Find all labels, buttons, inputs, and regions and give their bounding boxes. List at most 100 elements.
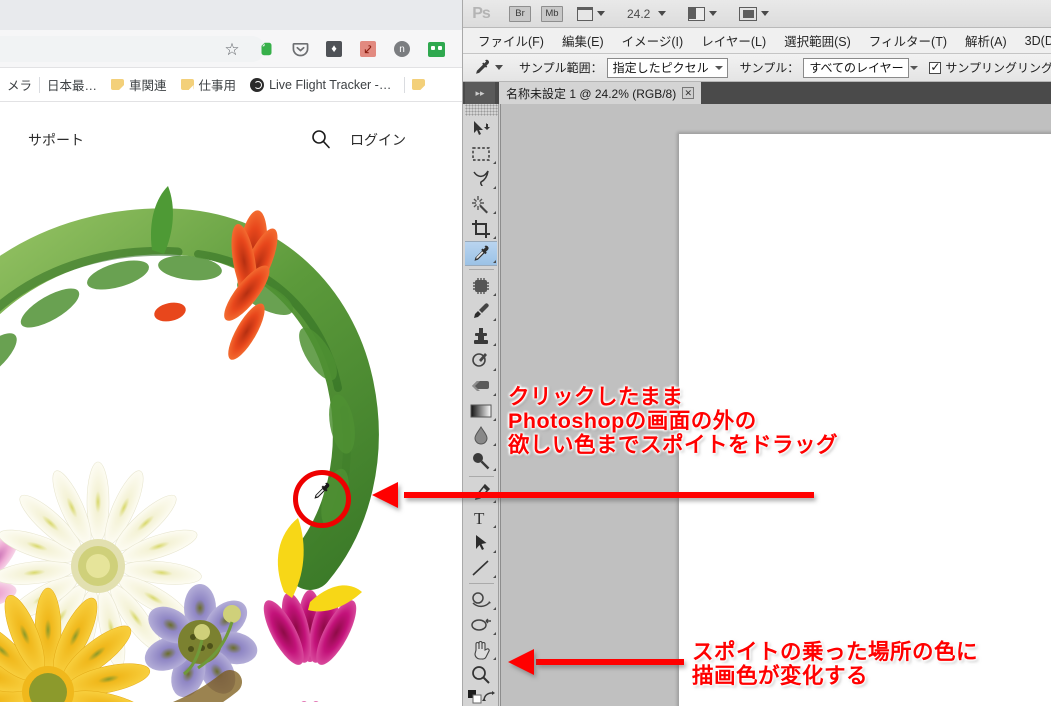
screenshot-root: ☆ ♦ ⤦ n メラ 日本最… 車関連 仕事用 Live Flight Trac… bbox=[0, 0, 1051, 706]
user-profile-icon[interactable]: n bbox=[392, 39, 412, 59]
tools-panel: T bbox=[465, 104, 499, 706]
sample-select[interactable]: すべてのレイヤー bbox=[803, 57, 918, 78]
menu-file[interactable]: ファイル(F) bbox=[469, 28, 553, 53]
photoshop-application-bar: Ps Br Mb 24.2 bbox=[463, 0, 1051, 28]
blur-tool[interactable] bbox=[465, 423, 497, 448]
show-sampling-ring-checkbox[interactable]: サンプリングリングを表示 bbox=[929, 59, 1051, 76]
magic-wand-tool[interactable] bbox=[465, 191, 497, 216]
folder-icon bbox=[111, 79, 125, 90]
bookmark-label: 車関連 bbox=[129, 79, 167, 93]
adobe-acrobat-extension-icon[interactable]: ⤦ bbox=[358, 39, 378, 59]
tab-bar-grip[interactable]: ▸▸ bbox=[465, 82, 495, 104]
pocket-extension-icon[interactable] bbox=[290, 39, 310, 59]
3d-object-rotate-tool[interactable] bbox=[465, 587, 497, 612]
webpage-nav: サポート ログイン bbox=[0, 124, 470, 164]
3d-camera-rotate-tool[interactable] bbox=[465, 612, 497, 637]
document-tab[interactable]: 名称未設定 1 @ 24.2% (RGB/8) ✕ bbox=[499, 82, 702, 104]
bookmark-item[interactable]: メラ bbox=[0, 68, 39, 102]
annotation-arrow-2-line bbox=[536, 659, 684, 665]
evernote-extension-icon[interactable] bbox=[256, 39, 276, 59]
tools-divider-3 bbox=[469, 583, 494, 584]
browser-titlebar bbox=[0, 0, 470, 30]
annotation-arrow-2-head bbox=[508, 649, 534, 675]
show-sampling-ring-label: サンプリングリングを表示 bbox=[945, 61, 1051, 75]
type-tool[interactable]: T bbox=[465, 505, 497, 530]
sample-label: サンプル： bbox=[739, 61, 800, 75]
bookmark-item[interactable]: Live Flight Tracker -… bbox=[243, 68, 398, 102]
zoom-chevron-down-icon[interactable] bbox=[658, 11, 667, 16]
document-tab-bar: ▸▸ 名称未設定 1 @ 24.2% (RGB/8) ✕ bbox=[463, 82, 1051, 104]
browser-window: ☆ ♦ ⤦ n メラ 日本最… 車関連 仕事用 Live Flight Trac… bbox=[0, 0, 470, 706]
menu-image[interactable]: イメージ(I) bbox=[613, 28, 693, 53]
zoom-tool[interactable] bbox=[465, 662, 497, 687]
bookmark-item[interactable]: 日本最… bbox=[40, 68, 104, 102]
tools-panel-grip[interactable] bbox=[465, 104, 498, 116]
brush-tool[interactable] bbox=[465, 298, 497, 323]
zoom-level-value: 24.2 bbox=[627, 6, 651, 21]
bookmark-label: メラ bbox=[7, 79, 33, 93]
menu-select[interactable]: 選択範囲(S) bbox=[775, 28, 860, 53]
photoshop-window: Ps Br Mb 24.2 ファイル(F) 編集(E) イメージ(I) レイヤー… bbox=[462, 0, 1051, 706]
screen-mode-icon[interactable] bbox=[739, 6, 770, 21]
history-brush-tool[interactable] bbox=[465, 348, 497, 373]
eyedropper-icon[interactable] bbox=[472, 57, 491, 79]
globe-icon bbox=[250, 77, 265, 92]
path-selection-tool[interactable] bbox=[465, 530, 497, 555]
chevron-down-icon[interactable] bbox=[597, 11, 605, 16]
annotation-arrow-1-head bbox=[372, 482, 398, 508]
google-keep-extension-icon[interactable]: ♦ bbox=[324, 39, 344, 59]
bookmark-item[interactable]: 車関連 bbox=[104, 68, 174, 102]
menu-filter[interactable]: フィルター(T) bbox=[860, 28, 956, 53]
bookmarks-bar: メラ 日本最… 車関連 仕事用 Live Flight Tracker -… bbox=[0, 68, 470, 102]
line-shape-tool[interactable] bbox=[465, 555, 497, 580]
document-canvas[interactable] bbox=[679, 134, 1051, 706]
sample-value: すべてのレイヤー bbox=[809, 61, 904, 75]
menu-layer[interactable]: レイヤー(L) bbox=[692, 28, 775, 53]
bookmark-star-icon[interactable]: ☆ bbox=[222, 39, 242, 59]
sample-size-value: 指定したピクセル bbox=[612, 61, 709, 75]
arrange-documents-icon[interactable] bbox=[688, 6, 718, 21]
robot-extension-icon[interactable] bbox=[426, 39, 446, 59]
launch-bridge-button[interactable]: Br bbox=[509, 5, 531, 22]
search-icon[interactable] bbox=[310, 128, 332, 150]
menu-analysis[interactable]: 解析(A) bbox=[956, 28, 1016, 53]
eyedropper-tool[interactable] bbox=[465, 241, 497, 266]
launch-mini-bridge-button[interactable]: Mb bbox=[541, 5, 563, 22]
crop-tool[interactable] bbox=[465, 216, 497, 241]
checkbox-icon[interactable] bbox=[929, 60, 942, 74]
floral-wreath-artwork bbox=[0, 186, 379, 702]
gradient-tool[interactable] bbox=[465, 398, 497, 423]
browser-extension-icons: ☆ ♦ ⤦ n bbox=[222, 30, 446, 68]
rectangular-marquee-tool[interactable] bbox=[465, 141, 497, 166]
photoshop-options-bar: サンプル範囲： 指定したピクセル サンプル： すべてのレイヤー サンプリングリン… bbox=[463, 54, 1051, 82]
chevron-down-icon[interactable] bbox=[714, 65, 723, 70]
chevron-down-icon[interactable] bbox=[909, 65, 918, 70]
bookmark-item[interactable]: 仕事用 bbox=[174, 68, 244, 102]
hand-tool[interactable] bbox=[465, 637, 497, 662]
dodge-tool[interactable] bbox=[465, 448, 497, 473]
close-icon[interactable]: ✕ bbox=[682, 87, 695, 99]
nav-support-link[interactable]: サポート bbox=[28, 130, 84, 150]
sample-size-select[interactable]: 指定したピクセル bbox=[606, 57, 728, 78]
tool-preset-chevron-down-icon[interactable] bbox=[495, 65, 503, 70]
bookmark-label: 日本最… bbox=[47, 79, 98, 93]
canvas-area[interactable] bbox=[500, 104, 1051, 706]
bookmark-item[interactable] bbox=[405, 68, 432, 102]
nav-login-link[interactable]: ログイン bbox=[350, 130, 406, 150]
browser-toolbar: ☆ ♦ ⤦ n bbox=[0, 30, 470, 68]
default-colors-icon[interactable] bbox=[468, 690, 482, 706]
chevron-down-icon[interactable] bbox=[709, 11, 718, 16]
menu-3d[interactable]: 3D(D) bbox=[1016, 31, 1051, 51]
chevron-down-icon[interactable] bbox=[761, 11, 770, 16]
clone-stamp-tool[interactable] bbox=[465, 323, 497, 348]
lasso-tool[interactable] bbox=[465, 166, 497, 191]
eraser-tool[interactable] bbox=[465, 373, 497, 398]
swap-colors-icon[interactable] bbox=[482, 690, 496, 706]
move-tool[interactable] bbox=[465, 116, 497, 141]
healing-brush-tool[interactable] bbox=[465, 273, 497, 298]
view-extras-icon[interactable] bbox=[577, 6, 605, 21]
document-tab-label: 名称未設定 1 @ 24.2% (RGB/8) bbox=[506, 86, 677, 101]
folder-icon bbox=[412, 79, 426, 90]
menu-edit[interactable]: 編集(E) bbox=[553, 28, 613, 53]
photoshop-menu-bar: ファイル(F) 編集(E) イメージ(I) レイヤー(L) 選択範囲(S) フィ… bbox=[463, 28, 1051, 54]
